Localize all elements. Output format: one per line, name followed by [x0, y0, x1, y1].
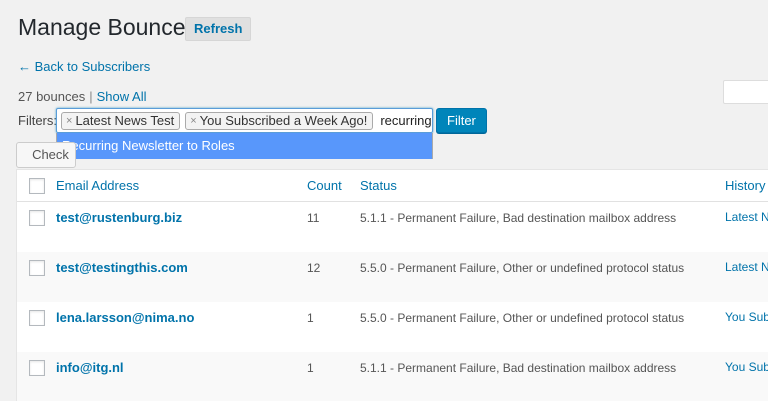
row-history[interactable]: You Subs: [725, 310, 768, 324]
row-status: 5.1.1 - Permanent Failure, Bad destinati…: [360, 361, 677, 375]
filter-suggestions: Recurring Newsletter to Roles: [56, 133, 433, 159]
bounce-count: 27 bounces: [18, 89, 86, 104]
show-all-link[interactable]: Show All: [97, 89, 147, 104]
filter-tag-input[interactable]: × Latest News Test × You Subscribed a We…: [56, 108, 433, 133]
row-email[interactable]: lena.larsson@nima.no: [56, 310, 307, 325]
row-count: 11: [307, 211, 320, 225]
filter-tag: × You Subscribed a Week Ago!: [185, 111, 374, 130]
row-count: 1: [307, 311, 314, 325]
row-status: 5.5.0 - Permanent Failure, Other or unde…: [360, 261, 685, 275]
table-header: Email Address Count Status History: [17, 170, 768, 202]
filter-tag: × Latest News Test: [61, 111, 181, 130]
row-checkbox[interactable]: [17, 260, 56, 276]
remove-tag-icon[interactable]: ×: [66, 115, 72, 127]
row-count: 1: [307, 361, 314, 375]
bounces-table: Email Address Count Status History test@…: [16, 169, 768, 401]
filter-tag-label: Latest News Test: [75, 113, 175, 128]
table-row: lena.larsson@nima.no 1 5.5.0 - Permanent…: [17, 302, 768, 352]
filter-button[interactable]: Filter: [436, 108, 487, 133]
select-all-checkbox[interactable]: [17, 177, 56, 194]
table-row: test@testingthis.com 12 5.5.0 - Permanen…: [17, 252, 768, 302]
row-history[interactable]: You Subs: [725, 360, 768, 374]
table-row: test@rustenburg.biz 11 5.1.1 - Permanent…: [17, 202, 768, 252]
row-checkbox[interactable]: [17, 310, 56, 326]
row-checkbox[interactable]: [17, 210, 56, 226]
remove-tag-icon[interactable]: ×: [190, 115, 196, 127]
check-button[interactable]: Check: [16, 142, 76, 168]
bounce-summary: 27 bounces | Show All: [18, 89, 147, 104]
row-history[interactable]: Latest N: [725, 260, 768, 274]
column-email[interactable]: Email Address: [56, 178, 307, 193]
row-email[interactable]: test@testingthis.com: [56, 260, 307, 275]
row-count: 12: [307, 261, 321, 275]
filter-typed-text[interactable]: recurring: [380, 113, 431, 128]
row-checkbox[interactable]: [17, 360, 56, 376]
table-row: info@itg.nl 1 5.1.1 - Permanent Failure,…: [17, 352, 768, 401]
separator: |: [89, 89, 93, 104]
search-input[interactable]: [723, 80, 768, 104]
column-count[interactable]: Count: [307, 178, 360, 193]
suggestion-item[interactable]: Recurring Newsletter to Roles: [57, 133, 432, 159]
column-history[interactable]: History: [725, 178, 768, 193]
refresh-button[interactable]: Refresh: [185, 17, 252, 41]
row-email[interactable]: info@itg.nl: [56, 360, 307, 375]
back-to-subscribers-link[interactable]: ← Back to Subscribers: [18, 59, 150, 74]
column-status[interactable]: Status: [360, 178, 725, 193]
row-history[interactable]: Latest N: [725, 210, 768, 224]
filter-tag-label: You Subscribed a Week Ago!: [199, 113, 368, 128]
row-email[interactable]: test@rustenburg.biz: [56, 210, 307, 225]
row-status: 5.1.1 - Permanent Failure, Bad destinati…: [360, 211, 677, 225]
row-status: 5.5.0 - Permanent Failure, Other or unde…: [360, 311, 685, 325]
page-title: Manage Bounces: [18, 14, 198, 40]
filters-label: Filters:: [18, 113, 57, 128]
